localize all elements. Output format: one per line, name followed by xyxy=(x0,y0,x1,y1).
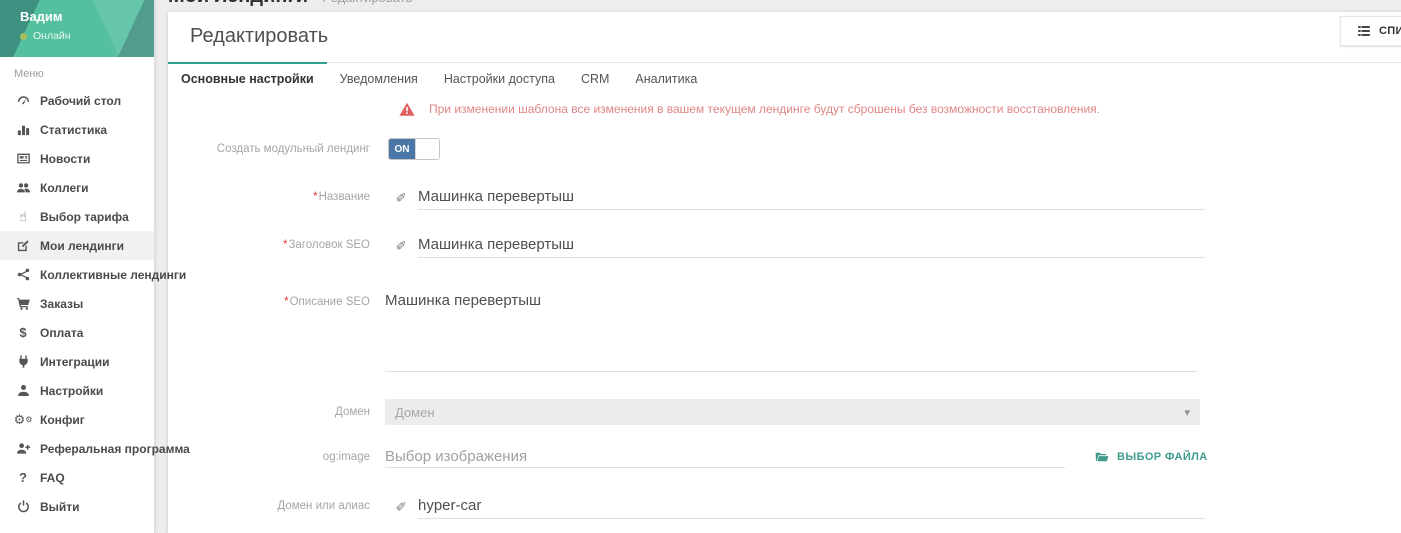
sidebar-item-colleagues[interactable]: Коллеги xyxy=(0,173,154,202)
sidebar-item-logout[interactable]: Выйти xyxy=(0,492,154,521)
menu-section-label: Меню xyxy=(0,57,154,86)
user-icon xyxy=(14,383,32,399)
domain-label: Домен xyxy=(168,406,370,418)
create-module-label: Создать модульный лендинг xyxy=(168,143,370,155)
pencil-icon: ✎ xyxy=(394,498,410,514)
user-panel: Вадим Онлайн xyxy=(0,0,154,57)
folder-icon xyxy=(1093,449,1111,465)
template-warning: При изменении шаблона все изменения в ва… xyxy=(398,101,1100,117)
tab-access-settings[interactable]: Настройки доступа xyxy=(431,63,568,96)
dashboard-icon xyxy=(14,93,32,109)
sidebar: Вадим Онлайн Меню Рабочий стол Статистик… xyxy=(0,0,155,533)
sidebar-item-payment[interactable]: $ Оплата xyxy=(0,318,154,347)
seo-title-row: *Заголовок SEO ✎ xyxy=(168,232,1401,258)
news-icon xyxy=(14,151,32,167)
domain-alias-label: Домен или алиас xyxy=(168,500,370,512)
seo-description-label: *Описание SEO xyxy=(168,290,370,308)
warning-icon xyxy=(398,101,416,117)
module-toggle[interactable]: ON xyxy=(388,138,440,160)
og-image-label: og:image xyxy=(168,451,370,463)
power-icon xyxy=(14,499,32,515)
edit-card: Редактировать СПИСОК Основные настройки … xyxy=(168,12,1401,533)
create-module-row: Создать модульный лендинг ON xyxy=(168,138,1401,160)
main-area: Мои лендинги Редактировать Редактировать… xyxy=(155,0,1401,533)
statistics-icon xyxy=(14,122,32,138)
pencil-icon: ✎ xyxy=(394,237,410,253)
user-status: Онлайн xyxy=(20,30,71,42)
page-title: Мои лендинги xyxy=(168,0,308,7)
domain-select[interactable]: Домен ▾ xyxy=(385,399,1200,425)
og-image-row: og:image ВЫБОР ФАЙЛА xyxy=(168,446,1401,468)
cart-icon xyxy=(14,296,32,312)
tab-bar: Основные настройки Уведомления Настройки… xyxy=(168,63,1401,96)
list-icon xyxy=(1355,23,1373,39)
tab-notifications[interactable]: Уведомления xyxy=(327,63,431,96)
sidebar-item-dashboard[interactable]: Рабочий стол xyxy=(0,86,154,115)
sidebar-item-statistics[interactable]: Статистика xyxy=(0,115,154,144)
sidebar-item-orders[interactable]: Заказы xyxy=(0,289,154,318)
share-icon xyxy=(14,267,32,283)
online-dot-icon xyxy=(20,33,27,40)
sidebar-item-tariff[interactable]: ☝ Выбор тарифа xyxy=(0,202,154,231)
question-icon: ? xyxy=(14,470,32,486)
sidebar-item-collective-landings[interactable]: Коллективные лендинги xyxy=(0,260,154,289)
sidebar-item-faq[interactable]: ? FAQ xyxy=(0,463,154,492)
tab-analytics[interactable]: Аналитика xyxy=(622,63,710,96)
card-header: Редактировать СПИСОК xyxy=(168,12,1401,63)
sidebar-nav: Рабочий стол Статистика Новости Коллеги … xyxy=(0,86,154,521)
seo-description-textarea[interactable]: Машинка перевертыш xyxy=(385,290,1197,372)
seo-title-input[interactable] xyxy=(418,232,1205,258)
sidebar-item-news[interactable]: Новости xyxy=(0,144,154,173)
seo-title-label: *Заголовок SEO xyxy=(168,239,370,251)
page-header: Мои лендинги Редактировать xyxy=(168,0,1401,9)
sidebar-item-referral[interactable]: Реферальная программа xyxy=(0,434,154,463)
name-row: *Название ✎ xyxy=(168,184,1401,210)
toggle-knob xyxy=(415,139,439,159)
choose-file-button[interactable]: ВЫБОР ФАЙЛА xyxy=(1093,449,1208,465)
seo-description-row: *Описание SEO Машинка перевертыш xyxy=(168,290,1401,372)
domain-alias-row: Домен или алиас ✎ xyxy=(168,493,1401,519)
user-plus-icon xyxy=(14,441,32,457)
og-image-input[interactable] xyxy=(385,446,1065,468)
tab-main-settings[interactable]: Основные настройки xyxy=(168,63,327,96)
breadcrumb: Редактировать xyxy=(323,0,413,5)
list-view-button[interactable]: СПИСОК xyxy=(1340,16,1401,46)
user-status-label: Онлайн xyxy=(33,30,71,42)
plug-icon xyxy=(14,354,32,370)
toggle-on-segment: ON xyxy=(389,139,415,159)
hand-pointer-icon: ☝ xyxy=(14,209,32,225)
sidebar-item-settings[interactable]: Настройки xyxy=(0,376,154,405)
sidebar-item-my-landings[interactable]: Мои лендинги xyxy=(0,231,154,260)
edit-landing-icon xyxy=(14,238,32,254)
name-label: *Название xyxy=(168,191,370,203)
colleagues-icon xyxy=(14,180,32,196)
settings-form: При изменении шаблона все изменения в ва… xyxy=(168,96,1401,533)
warning-text: При изменении шаблона все изменения в ва… xyxy=(429,102,1100,116)
tab-crm[interactable]: CRM xyxy=(568,63,622,96)
domain-alias-input[interactable] xyxy=(418,493,1205,519)
dollar-icon: $ xyxy=(14,325,32,341)
name-input[interactable] xyxy=(418,184,1205,210)
user-name: Вадим xyxy=(20,9,62,24)
domain-row: Домен Домен ▾ xyxy=(168,399,1401,425)
caret-down-icon: ▾ xyxy=(1184,406,1190,419)
card-title: Редактировать xyxy=(190,25,328,48)
pencil-icon: ✎ xyxy=(394,189,410,205)
cogs-icon: ⚙⚙ xyxy=(14,412,32,428)
sidebar-item-integrations[interactable]: Интеграции xyxy=(0,347,154,376)
sidebar-item-config[interactable]: ⚙⚙ Конфиг xyxy=(0,405,154,434)
